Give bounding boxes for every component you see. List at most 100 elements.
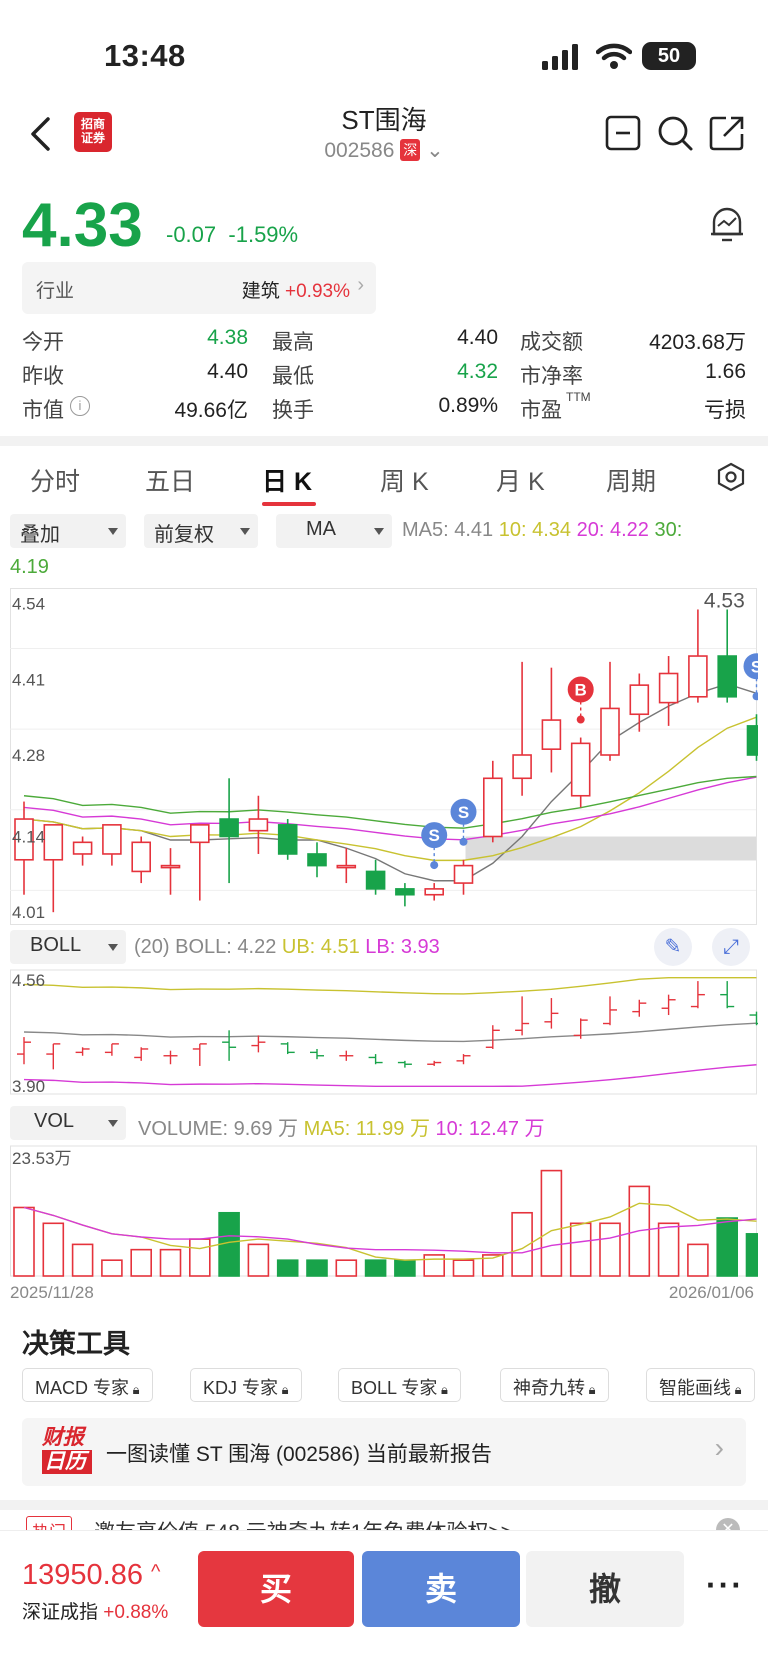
lock-icon: 🔒︎ <box>278 1382 289 1397</box>
quote-label: 市值 <box>22 399 64 422</box>
tool-chip[interactable]: KDJ 专家 🔒︎ <box>190 1368 302 1402</box>
vol-dropdown[interactable]: VOL <box>10 1106 126 1140</box>
candle-up <box>658 672 679 704</box>
quote-label: 换手 <box>272 399 314 422</box>
lock-icon: 🔒︎ <box>585 1382 596 1397</box>
vol-axis-label: 23.53万 <box>12 1149 72 1168</box>
tab-1[interactable]: 五日 <box>145 462 195 498</box>
quote-value: 4.40 <box>457 326 498 349</box>
alert-bell-icon[interactable] <box>708 204 746 244</box>
ttm-suffix: TTM <box>566 390 591 404</box>
tools-title: 决策工具 <box>22 1329 130 1359</box>
volume-bar <box>423 1254 446 1277</box>
candle-up <box>570 742 591 797</box>
stock-code-selector[interactable]: 002586 深 ⌄ <box>0 138 768 163</box>
report-badge-top: 财报 <box>42 1426 84 1449</box>
wifi-icon <box>596 43 632 69</box>
report-banner[interactable]: 财报 日历 一图读懂 ST 围海 (002586) 当前最新报告 › <box>22 1418 746 1486</box>
candle-down <box>365 870 386 890</box>
tab-4[interactable]: 月 K <box>496 462 545 498</box>
quote-value: 1.66 <box>705 360 746 383</box>
index-quote[interactable]: 13950.86 ^ <box>22 1559 160 1592</box>
settings-hex-icon[interactable] <box>716 462 746 492</box>
index-info: 深证成指 +0.88% <box>22 1597 168 1624</box>
caret-down-icon <box>240 528 250 535</box>
ma10-value: 10: 4.34 <box>498 519 572 541</box>
ma5-value: MA5: 4.41 <box>402 519 494 541</box>
quote-value: 49.66亿 <box>174 399 248 422</box>
candle-up <box>43 824 64 861</box>
status-time: 13:48 <box>104 38 186 73</box>
boll-value: BOLL: 4.22 <box>175 936 277 958</box>
tab-0[interactable]: 分时 <box>30 462 80 498</box>
boll-ub: UB: 4.51 <box>281 936 360 958</box>
chevron-right-icon: › <box>357 274 364 296</box>
buy-button[interactable]: 买 <box>198 1551 354 1627</box>
boll-selector-label: BOLL <box>30 934 82 956</box>
minimize-icon[interactable] <box>604 114 642 152</box>
caret-down-icon <box>108 944 118 951</box>
share-icon[interactable] <box>708 114 746 152</box>
candle-up <box>248 818 269 832</box>
candle-up <box>541 719 562 750</box>
boll-axis-label: 4.56 <box>12 971 45 990</box>
tool-chip[interactable]: BOLL 专家 🔒︎ <box>338 1368 461 1402</box>
chevron-up-icon: ^ <box>151 1561 161 1583</box>
candle-down <box>219 818 239 838</box>
report-badge: 财报 日历 <box>42 1426 92 1478</box>
industry-row[interactable]: 行业 建筑 +0.93% › <box>22 262 376 314</box>
candle-up <box>72 841 93 855</box>
candle-up <box>600 707 620 756</box>
date-label-end: 2026/01/06 <box>669 1283 754 1302</box>
tool-chip-label: KDJ 专家 <box>203 1378 279 1398</box>
overlay-dropdown[interactable]: 叠加 <box>10 514 126 548</box>
more-icon[interactable]: ··· <box>706 1567 744 1604</box>
candle-down <box>717 655 738 698</box>
sell-button[interactable]: 卖 <box>362 1551 520 1627</box>
vol-ma10: 10: 12.47 万 <box>435 1118 545 1140</box>
marker-dot <box>576 715 585 724</box>
caret-down-icon <box>108 528 118 535</box>
tool-chip-label: 神奇九转 <box>513 1378 585 1398</box>
price-axis-label: 4.28 <box>12 746 45 765</box>
quote-label: 最低 <box>272 365 314 388</box>
chevron-right-icon: › <box>714 1432 724 1463</box>
ma20-value: 20: 4.22 <box>576 519 649 541</box>
volume-bar <box>452 1259 475 1277</box>
volume-bar <box>745 1233 758 1277</box>
change-percent: -1.59% <box>228 222 299 247</box>
candle-down <box>395 888 415 896</box>
tab-2[interactable]: 日 K <box>262 462 312 498</box>
volume-bar <box>569 1222 592 1277</box>
quote-value: 亏损 <box>704 399 746 422</box>
date-label-start: 2025/11/28 <box>10 1283 94 1302</box>
info-icon[interactable]: i <box>70 396 90 416</box>
indicator-dropdown[interactable]: MA <box>276 514 392 548</box>
tab-5[interactable]: 周期 <box>606 462 656 498</box>
tool-chip[interactable]: 神奇九转 🔒︎ <box>500 1368 609 1402</box>
volume-bar <box>687 1243 709 1277</box>
page-title: ST围海 <box>341 105 427 135</box>
current-price: 4.33 <box>22 191 143 260</box>
indicator-label: MA <box>306 518 336 540</box>
boll-lb-line <box>23 1064 757 1088</box>
boll-axis-label: 3.90 <box>12 1077 45 1096</box>
lock-icon: 🔒︎ <box>437 1382 448 1397</box>
adjust-dropdown[interactable]: 前复权 <box>144 514 258 548</box>
candle-up <box>424 888 445 896</box>
edit-pencil-icon[interactable]: ✎ <box>654 928 692 966</box>
tab-3[interactable]: 周 K <box>380 462 429 498</box>
volume-bar <box>101 1259 123 1277</box>
lock-icon: 🔒︎ <box>129 1382 140 1397</box>
candle-up <box>688 655 708 698</box>
volume-bar <box>394 1259 416 1277</box>
volume-bar <box>364 1259 387 1277</box>
volume-bar <box>540 1169 563 1277</box>
cancel-button[interactable]: 撤 <box>526 1551 684 1627</box>
bottom-bar: 13950.86 ^ 深证成指 +0.88% 买 卖 撤 ··· <box>0 1530 768 1669</box>
fullscreen-icon[interactable]: ⤢ <box>712 928 750 966</box>
tool-chip[interactable]: MACD 专家 🔒︎ <box>22 1368 153 1402</box>
boll-dropdown[interactable]: BOLL <box>10 930 126 964</box>
tool-chip[interactable]: 智能画线 🔒︎ <box>646 1368 755 1402</box>
search-icon[interactable] <box>656 114 694 152</box>
